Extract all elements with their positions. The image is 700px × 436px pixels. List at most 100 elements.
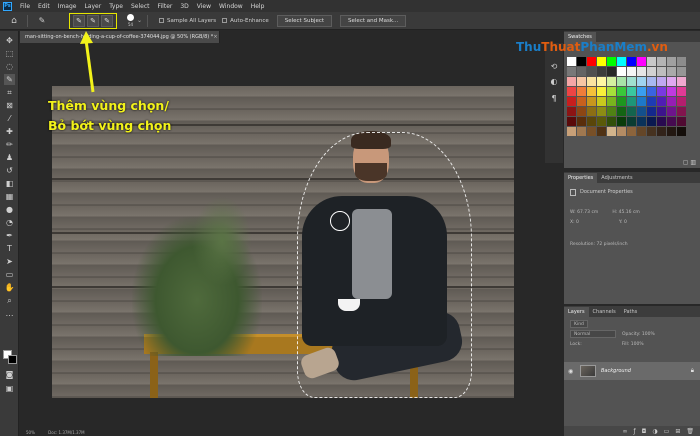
color-swatch[interactable] — [647, 127, 656, 136]
color-swatch[interactable] — [587, 87, 596, 96]
color-swatch[interactable] — [657, 107, 666, 116]
color-swatch[interactable] — [607, 117, 616, 126]
link-icon[interactable]: ∞ — [623, 428, 628, 435]
color-swatch[interactable] — [597, 97, 606, 106]
mask-icon[interactable]: ◘ — [642, 428, 647, 435]
color-swatch[interactable] — [577, 87, 586, 96]
tab-paths[interactable]: Paths — [620, 307, 642, 317]
color-swatch[interactable] — [577, 107, 586, 116]
color-swatch[interactable] — [567, 87, 576, 96]
width-field[interactable]: W: 67.73 cm — [570, 210, 598, 215]
color-swatch[interactable] — [587, 107, 596, 116]
fill-field[interactable]: Fill: 100% — [622, 342, 644, 347]
color-swatch[interactable] — [647, 97, 656, 106]
color-swatch[interactable] — [567, 57, 576, 66]
color-swatch[interactable] — [587, 77, 596, 86]
color-swatch[interactable] — [567, 107, 576, 116]
color-swatch[interactable] — [667, 97, 676, 106]
color-swatch[interactable] — [627, 87, 636, 96]
color-swatch[interactable] — [677, 77, 686, 86]
color-swatch[interactable] — [607, 87, 616, 96]
color-swatch[interactable] — [637, 67, 646, 76]
opacity-field[interactable]: Opacity: 100% — [622, 332, 655, 337]
color-swatch[interactable] — [677, 87, 686, 96]
color-swatch[interactable] — [567, 127, 576, 136]
color-swatch[interactable] — [627, 57, 636, 66]
color-swatch[interactable] — [657, 117, 666, 126]
color-swatch[interactable] — [677, 117, 686, 126]
color-swatch[interactable] — [597, 127, 606, 136]
color-swatch[interactable] — [617, 107, 626, 116]
tab-channels[interactable]: Channels — [589, 307, 620, 317]
color-swatch[interactable] — [597, 107, 606, 116]
blend-mode-select[interactable]: Normal — [570, 330, 616, 338]
color-swatch[interactable] — [667, 67, 676, 76]
color-swatch[interactable] — [587, 97, 596, 106]
color-swatch[interactable] — [597, 77, 606, 86]
color-swatch[interactable] — [657, 127, 666, 136]
color-swatch[interactable] — [677, 67, 686, 76]
history-icon[interactable]: ⟲ — [549, 61, 559, 71]
color-swatch[interactable] — [627, 77, 636, 86]
color-swatch[interactable] — [617, 87, 626, 96]
color-swatch[interactable] — [657, 67, 666, 76]
color-swatch[interactable] — [647, 107, 656, 116]
color-swatch[interactable] — [657, 97, 666, 106]
color-swatch[interactable] — [647, 87, 656, 96]
color-swatch[interactable] — [617, 117, 626, 126]
color-swatch[interactable] — [567, 77, 576, 86]
color-swatch[interactable] — [637, 117, 646, 126]
color-swatch[interactable] — [677, 57, 686, 66]
color-swatch[interactable] — [617, 57, 626, 66]
trash-icon[interactable]: 🗑︎ — [686, 428, 694, 435]
color-swatch[interactable] — [607, 107, 616, 116]
color-swatch[interactable] — [627, 67, 636, 76]
color-swatch[interactable] — [577, 67, 586, 76]
color-swatch[interactable] — [637, 107, 646, 116]
color-swatch[interactable] — [627, 117, 636, 126]
color-swatch[interactable] — [637, 57, 646, 66]
color-swatch[interactable] — [627, 127, 636, 136]
color-swatch[interactable] — [667, 87, 676, 96]
fx-icon[interactable]: ƒ — [634, 428, 636, 435]
color-swatch[interactable] — [587, 57, 596, 66]
color-swatch[interactable] — [607, 97, 616, 106]
new-swatch-icon[interactable]: ▢ ▥ — [683, 159, 696, 166]
color-swatch[interactable] — [587, 127, 596, 136]
color-swatch[interactable] — [627, 97, 636, 106]
color-swatch[interactable] — [637, 127, 646, 136]
color-swatch[interactable] — [657, 87, 666, 96]
tab-adjustments[interactable]: Adjustments — [597, 173, 636, 183]
x-field[interactable]: X: 0 — [570, 220, 579, 225]
kind-filter[interactable]: Kind — [570, 320, 588, 328]
tab-layers[interactable]: Layers — [564, 307, 589, 317]
color-swatch[interactable] — [607, 127, 616, 136]
adjustment-icon[interactable]: ◑ — [652, 428, 657, 435]
color-swatch[interactable] — [647, 117, 656, 126]
color-swatch[interactable] — [617, 97, 626, 106]
color-swatch[interactable] — [607, 67, 616, 76]
color-swatch[interactable] — [677, 127, 686, 136]
color-swatch[interactable] — [657, 77, 666, 86]
height-field[interactable]: H: 45.16 cm — [612, 210, 640, 215]
tab-properties[interactable]: Properties — [564, 173, 598, 183]
color-swatch[interactable] — [567, 97, 576, 106]
color-swatch[interactable] — [667, 107, 676, 116]
layer-row-background[interactable]: ◉ Background 🔒︎ — [564, 362, 700, 380]
y-field[interactable]: Y: 0 — [619, 220, 627, 225]
color-swatch[interactable] — [597, 57, 606, 66]
color-swatch[interactable] — [647, 77, 656, 86]
color-swatch[interactable] — [607, 77, 616, 86]
color-swatch[interactable] — [617, 77, 626, 86]
color-swatch[interactable] — [647, 57, 656, 66]
color-swatch[interactable] — [597, 87, 606, 96]
color-swatch[interactable] — [577, 127, 586, 136]
color-swatch[interactable] — [597, 67, 606, 76]
color-swatch[interactable] — [677, 97, 686, 106]
color-swatch[interactable] — [637, 77, 646, 86]
color-swatch[interactable] — [597, 117, 606, 126]
color-swatch[interactable] — [667, 57, 676, 66]
color-swatch[interactable] — [567, 117, 576, 126]
color-swatch[interactable] — [667, 117, 676, 126]
folder-icon[interactable]: ▭ — [664, 428, 670, 435]
